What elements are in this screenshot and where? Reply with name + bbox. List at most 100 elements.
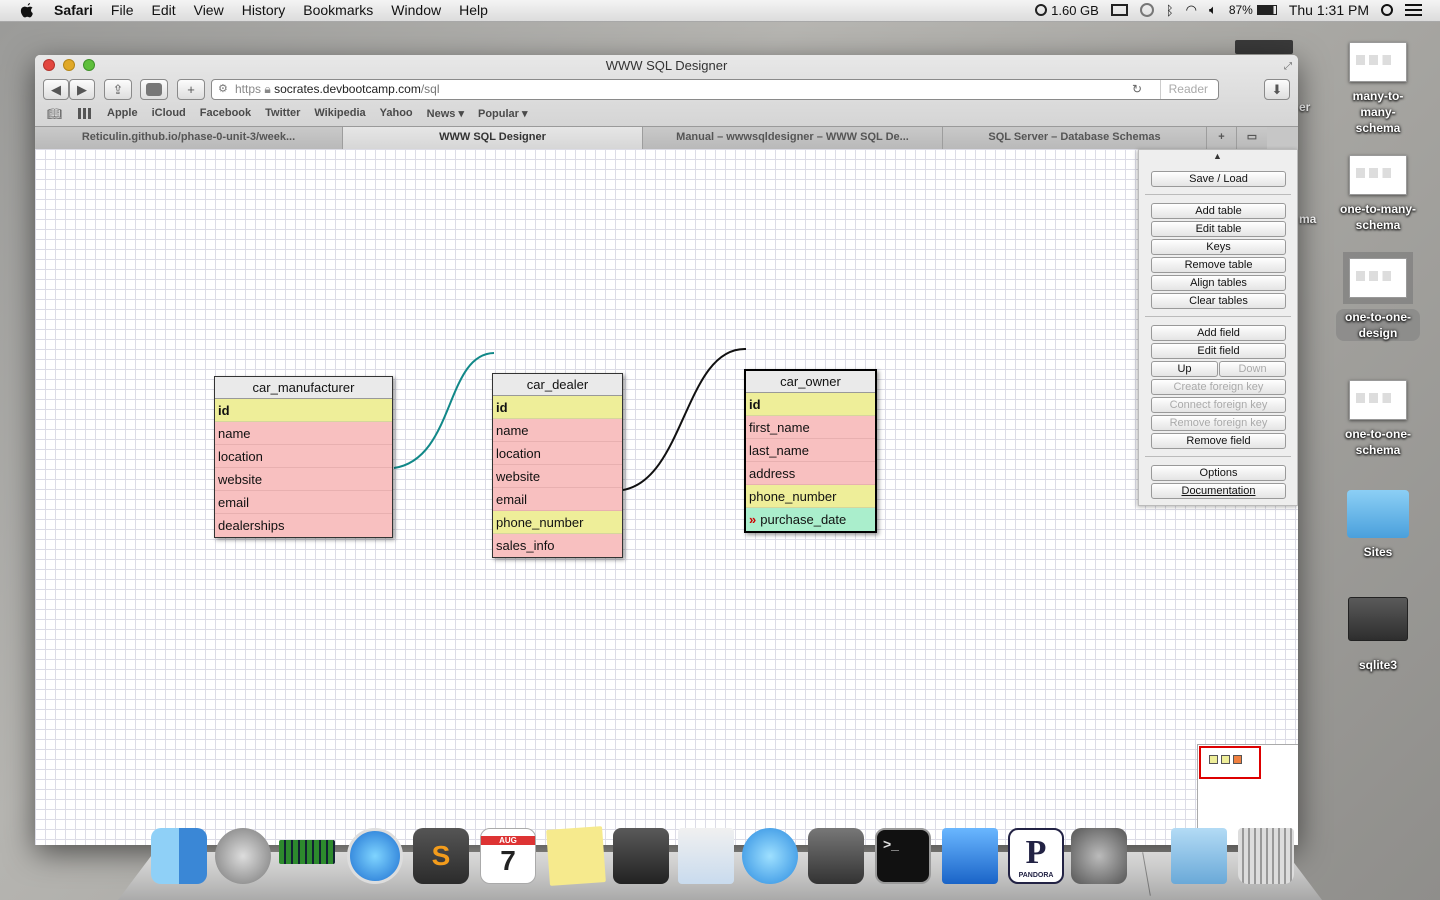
field-website[interactable]: website [215, 468, 392, 491]
table-car-owner[interactable]: car_owner id first_name last_name addres… [744, 369, 877, 533]
field-id[interactable]: id [215, 399, 392, 422]
bluetooth-icon[interactable]: ᛒ [1166, 3, 1174, 18]
menu-help[interactable]: Help [459, 2, 488, 18]
launchpad-icon[interactable] [215, 828, 271, 884]
bookmark-apple[interactable]: Apple [107, 107, 138, 120]
menu-window[interactable]: Window [391, 2, 441, 18]
options-button[interactable]: Options [1151, 465, 1286, 481]
stickies-icon[interactable] [546, 826, 606, 886]
menu-file[interactable]: File [111, 2, 134, 18]
clear-tables-button[interactable]: Clear tables [1151, 293, 1286, 309]
add-field-button[interactable]: Add field [1151, 325, 1286, 341]
tab-www-sql-designer[interactable]: WWW SQL Designer [343, 127, 643, 149]
downloads-button[interactable]: ⬇ [1264, 79, 1290, 100]
back-button[interactable]: ◀ [43, 79, 69, 100]
field-id[interactable]: id [746, 393, 875, 416]
reader-button[interactable]: Reader [1159, 80, 1208, 99]
menu-history[interactable]: History [242, 2, 286, 18]
messages-icon[interactable] [742, 828, 798, 884]
airplay-icon[interactable] [1110, 4, 1128, 16]
desktop-icon-one-to-many-schema[interactable]: one-to-many-schema [1323, 155, 1433, 233]
address-bar[interactable]: ⚙ https 🔒︎ socrates.devbootcamp.com/sql … [211, 79, 1219, 100]
field-purchase-date[interactable]: » purchase_date [746, 508, 875, 531]
field-website[interactable]: website [493, 465, 622, 488]
field-address[interactable]: address [746, 462, 875, 485]
add-table-button[interactable]: Add table [1151, 203, 1286, 219]
tab-sql-server[interactable]: SQL Server – Database Schemas [943, 127, 1207, 149]
tab-reticulin[interactable]: Reticulin.github.io/phase-0-unit-3/week.… [35, 127, 343, 149]
remove-field-button[interactable]: Remove field [1151, 433, 1286, 449]
pandora-icon[interactable]: P PANDORA [1008, 828, 1064, 884]
battery-icon[interactable] [1256, 5, 1277, 15]
desktop-icon-sqlite3[interactable]: sqlite3 [1323, 597, 1433, 673]
bookmark-news[interactable]: News ▾ [427, 107, 464, 120]
field-location[interactable]: location [493, 442, 622, 465]
keynote-icon[interactable] [942, 828, 998, 884]
field-first-name[interactable]: first_name [746, 416, 875, 439]
finder-icon[interactable] [151, 828, 207, 884]
desktop-icon-sites[interactable]: Sites [1323, 490, 1433, 560]
up-button[interactable]: Up [1151, 361, 1218, 377]
field-email[interactable]: email [493, 488, 622, 511]
field-email[interactable]: email [215, 491, 392, 514]
wifi-icon[interactable]: ◠ [1186, 2, 1197, 18]
top-sites-icon[interactable] [78, 108, 92, 119]
add-tab-button[interactable]: + [1207, 127, 1237, 149]
tab-overview-button[interactable]: ▭ [1237, 127, 1267, 149]
keys-button[interactable]: Keys [1151, 239, 1286, 255]
reload-icon[interactable]: ↻ [1132, 80, 1142, 99]
safari-icon[interactable] [347, 828, 403, 884]
system-preferences-icon[interactable] [1071, 828, 1127, 884]
activity-monitor-icon[interactable] [279, 840, 335, 864]
new-tab-button[interactable]: + [177, 79, 205, 100]
fullscreen-icon[interactable]: ⤢ [1284, 61, 1292, 72]
field-last-name[interactable]: last_name [746, 439, 875, 462]
desktop-icon-one-to-one-schema[interactable]: one-to-one-schema [1323, 380, 1433, 458]
create-foreign-key-button[interactable]: Create foreign key [1151, 379, 1286, 395]
mail-map-icon[interactable] [678, 828, 734, 884]
remove-foreign-key-button[interactable]: Remove foreign key [1151, 415, 1286, 431]
facetime-icon[interactable] [808, 828, 864, 884]
table-car-dealer[interactable]: car_dealer id name location website emai… [492, 373, 623, 558]
edit-table-button[interactable]: Edit table [1151, 221, 1286, 237]
bookmark-popular[interactable]: Popular ▾ [478, 107, 528, 120]
calendar-icon[interactable]: AUG 7 [480, 828, 536, 884]
downloads-stack-icon[interactable] [1171, 828, 1227, 884]
down-button[interactable]: Down [1219, 361, 1286, 377]
bookmark-facebook[interactable]: Facebook [200, 107, 251, 120]
table-car-manufacturer[interactable]: car_manufacturer id name location websit… [214, 376, 393, 538]
align-tables-button[interactable]: Align tables [1151, 275, 1286, 291]
tab-manual[interactable]: Manual – wwwsqldesigner – WWW SQL De... [643, 127, 943, 149]
notification-center-icon[interactable] [1405, 4, 1422, 16]
edit-field-button[interactable]: Edit field [1151, 343, 1286, 359]
remove-table-button[interactable]: Remove table [1151, 257, 1286, 273]
field-dealerships[interactable]: dealerships [215, 514, 392, 537]
field-phone-number[interactable]: phone_number [746, 485, 875, 508]
trash-icon[interactable] [1238, 828, 1294, 884]
save-load-button[interactable]: Save / Load [1151, 171, 1286, 187]
collapse-panel-icon[interactable]: ▲ [1213, 151, 1222, 161]
volume-icon[interactable]: 🔈︎ [1209, 2, 1217, 18]
memory-readout[interactable]: 1.60 GB [1051, 3, 1099, 18]
spotlight-search-icon[interactable] [1381, 4, 1393, 16]
reading-list-icon[interactable]: 📖︎ [47, 107, 62, 121]
time-machine-icon[interactable] [1139, 3, 1154, 17]
bookmark-icloud[interactable]: iCloud [152, 107, 186, 120]
documentation-button[interactable]: Documentation [1151, 483, 1286, 499]
bookmark-twitter[interactable]: Twitter [265, 107, 300, 120]
bookmark-yahoo[interactable]: Yahoo [380, 107, 413, 120]
field-phone-number[interactable]: phone_number [493, 511, 622, 534]
connect-foreign-key-button[interactable]: Connect foreign key [1151, 397, 1286, 413]
terminal-window-thumbnail[interactable] [1235, 40, 1293, 54]
table-title[interactable]: car_dealer [493, 374, 622, 396]
adblock-button[interactable] [140, 79, 168, 100]
desktop-icon-one-to-one-design[interactable]: one-to-one-design [1323, 258, 1433, 341]
menu-safari[interactable]: Safari [54, 2, 93, 18]
table-title[interactable]: car_owner [746, 371, 875, 393]
desktop-icon-many-to-many-schema[interactable]: many-to-many-schema [1323, 42, 1433, 136]
memory-icon[interactable] [1035, 4, 1048, 16]
share-button[interactable]: ⇪ [104, 79, 132, 100]
sublime-text-icon[interactable]: S [413, 828, 469, 884]
terminal-icon[interactable]: >_ [875, 828, 931, 884]
battery-percent[interactable]: 87% [1229, 3, 1253, 17]
